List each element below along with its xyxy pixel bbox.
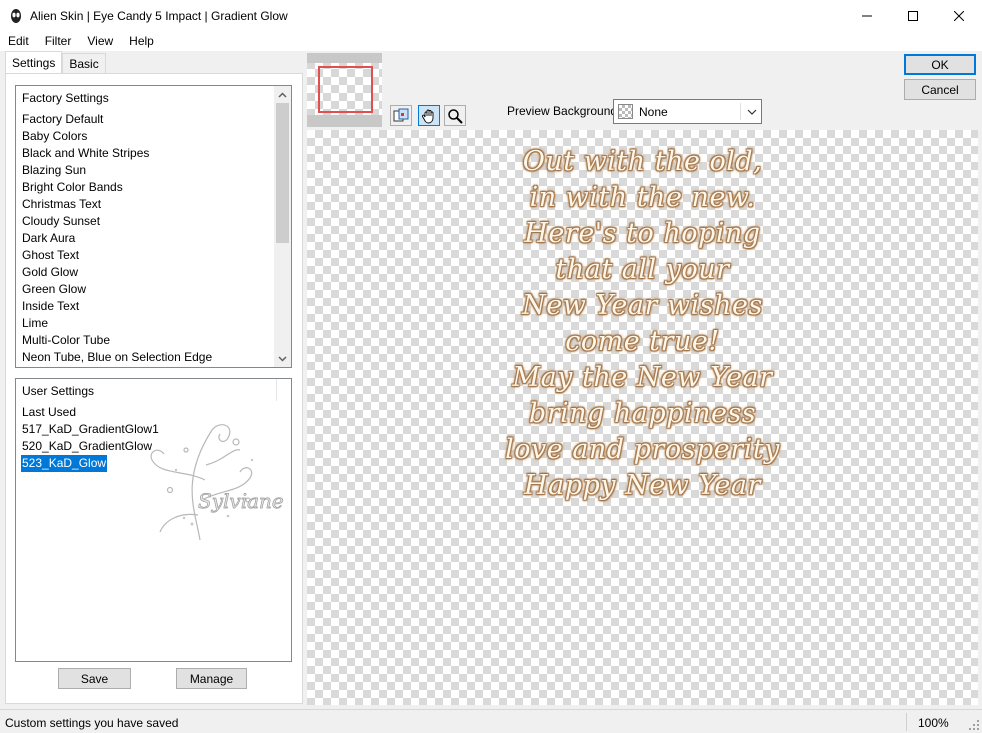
- factory-preset-item[interactable]: Lime: [21, 315, 212, 332]
- factory-preset-item[interactable]: Cloudy Sunset: [21, 213, 212, 230]
- resize-grip-icon[interactable]: [968, 719, 980, 731]
- minimize-icon: [862, 15, 872, 16]
- factory-preset-item[interactable]: Christmas Text: [21, 196, 212, 213]
- poem-line: Here's to hoping: [524, 218, 761, 249]
- minimize-button[interactable]: [844, 0, 890, 31]
- menu-filter[interactable]: Filter: [37, 34, 80, 48]
- chevron-up-icon: [278, 91, 287, 98]
- select-divider: [740, 103, 741, 120]
- poem-line: love and prosperity: [505, 434, 780, 465]
- factory-preset-item[interactable]: Neon Tube, Blue on Selection Edge: [21, 349, 212, 366]
- maximize-button[interactable]: [890, 0, 936, 31]
- toggle-preview-button[interactable]: [390, 105, 412, 126]
- scroll-up-arrow[interactable]: [274, 86, 291, 103]
- save-button[interactable]: Save: [58, 668, 131, 689]
- close-button[interactable]: [936, 0, 982, 31]
- sylviane-watermark: Sylviane: [140, 420, 290, 545]
- tab-settings[interactable]: Settings: [5, 51, 63, 73]
- poem-line: that all your: [555, 254, 730, 285]
- menu-view[interactable]: View: [79, 34, 121, 48]
- user-preset-item-selected[interactable]: 523_KaD_Glow: [21, 455, 108, 472]
- poem-line: May the New Year: [512, 362, 773, 393]
- factory-preset-item[interactable]: Inside Text: [21, 298, 212, 315]
- scroll-down-arrow[interactable]: [274, 350, 291, 367]
- factory-preset-item[interactable]: Blazing Sun: [21, 162, 212, 179]
- zoom-tool-button[interactable]: [444, 105, 466, 126]
- user-preset-item[interactable]: 517_KaD_GradientGlow1: [21, 422, 159, 436]
- status-separator: [906, 713, 907, 731]
- factory-settings-list[interactable]: Factory Settings Factory Default Baby Col…: [15, 85, 292, 368]
- preview-background-select[interactable]: None: [613, 99, 762, 124]
- poem-line: New Year wishes: [522, 290, 763, 321]
- scroll-thumb[interactable]: [276, 103, 289, 243]
- menu-bar: Edit Filter View Help: [0, 31, 982, 51]
- factory-preset-item[interactable]: Bright Color Bands: [21, 179, 212, 196]
- preview-glow-text: Out with the old, in with the new. Here's …: [307, 144, 978, 504]
- thumbnail-bottom-band: [307, 115, 382, 127]
- chevron-down-icon: [278, 355, 287, 362]
- alien-skin-app-icon[interactable]: [8, 8, 24, 24]
- header-divider: [276, 379, 277, 401]
- factory-preset-item[interactable]: Dark Aura: [21, 230, 212, 247]
- viewport-frame[interactable]: [318, 66, 373, 113]
- preview-canvas[interactable]: Out with the old, in with the new. Here's …: [307, 130, 978, 705]
- chevron-down-icon: [747, 106, 757, 120]
- status-bar: Custom settings you have saved 100%: [0, 709, 982, 733]
- factory-preset-item[interactable]: Ghost Text: [21, 247, 212, 264]
- manage-button[interactable]: Manage: [176, 668, 247, 689]
- transparent-swatch-icon: [618, 104, 633, 119]
- ok-button[interactable]: OK: [904, 54, 976, 75]
- close-icon: [954, 10, 964, 21]
- poem-line: Out with the old,: [522, 146, 763, 177]
- poem-line: Happy New Year: [524, 470, 761, 501]
- title-bar: Alien Skin | Eye Candy 5 Impact | Gradie…: [0, 0, 982, 31]
- maximize-icon: [908, 10, 918, 21]
- user-preset-item[interactable]: Last Used: [21, 405, 76, 419]
- factory-preset-item[interactable]: Green Glow: [21, 281, 212, 298]
- factory-preset-item[interactable]: Multi-Color Tube: [21, 332, 212, 349]
- factory-settings-header: Factory Settings: [22, 91, 109, 105]
- thumbnail-top-band: [307, 53, 382, 63]
- watermark-text: Sylviane: [198, 489, 284, 513]
- hand-icon: [422, 109, 434, 123]
- preview-background-label: Preview Background:: [507, 104, 621, 118]
- user-preset-item[interactable]: 520_KaD_GradientGlow: [21, 439, 152, 453]
- factory-preset-item[interactable]: Black and White Stripes: [21, 145, 212, 162]
- factory-preset-item[interactable]: Factory Default: [21, 111, 212, 128]
- poem-line: in with the new.: [529, 182, 756, 213]
- user-settings-items: Last Used 517_KaD_GradientGlow1 520_KaD_Gr…: [21, 404, 159, 472]
- compare-icon: [393, 108, 409, 121]
- hand-tool-button[interactable]: [418, 105, 440, 126]
- cancel-button[interactable]: Cancel: [904, 79, 976, 100]
- tab-basic[interactable]: Basic: [62, 53, 106, 73]
- window-title: Alien Skin | Eye Candy 5 Impact | Gradie…: [30, 8, 288, 23]
- status-message: Custom settings you have saved: [5, 716, 179, 730]
- factory-settings-items: Factory Default Baby Colors Black and Whit…: [21, 111, 212, 366]
- zoom-level: 100%: [918, 716, 949, 730]
- user-settings-header: User Settings: [22, 384, 95, 398]
- factory-preset-item[interactable]: Baby Colors: [21, 128, 212, 145]
- magnifier-icon: [448, 108, 463, 124]
- menu-edit[interactable]: Edit: [0, 34, 37, 48]
- poem-line: come true!: [565, 326, 720, 357]
- preview-background-value: None: [639, 104, 668, 119]
- factory-list-scrollbar[interactable]: [274, 86, 291, 367]
- poem-line: bring happiness: [528, 398, 757, 429]
- factory-preset-item[interactable]: Gold Glow: [21, 264, 212, 281]
- settings-tabs: Settings Basic: [5, 51, 106, 73]
- preview-navigator-thumbnail[interactable]: [307, 53, 382, 127]
- menu-help[interactable]: Help: [121, 34, 162, 48]
